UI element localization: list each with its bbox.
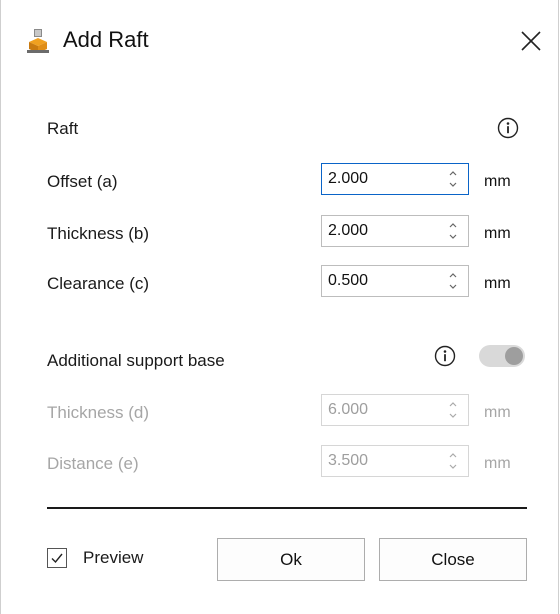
spin-arrows-icon[interactable] [446, 220, 460, 242]
thickness-b-label: Thickness (b) [47, 224, 150, 243]
title-bar: Add Raft [1, 0, 558, 82]
clearance-input[interactable] [328, 271, 428, 291]
thickness-d-unit: mm [484, 404, 511, 421]
toggle-knob [505, 347, 523, 365]
divider [47, 507, 527, 509]
preview-label: Preview [83, 548, 144, 567]
offset-input[interactable] [328, 169, 428, 189]
raft-info-icon[interactable] [497, 117, 519, 139]
thickness-d-input[interactable] [328, 400, 428, 420]
spin-arrows-icon[interactable] [446, 450, 460, 472]
raft-heading: Raft [47, 119, 79, 138]
clearance-unit: mm [484, 275, 511, 292]
close-button[interactable]: Close [379, 538, 527, 581]
add-raft-dialog: Add Raft Raft Offset (a) mm Thickness (b… [0, 0, 559, 614]
thickness-b-unit: mm [484, 225, 511, 242]
distance-e-unit: mm [484, 455, 511, 472]
support-base-info-icon[interactable] [434, 345, 456, 367]
offset-label: Offset (a) [47, 172, 118, 191]
support-base-toggle[interactable] [479, 345, 525, 367]
thickness-d-label: Thickness (d) [47, 403, 150, 422]
distance-e-spinbox[interactable] [321, 445, 469, 477]
thickness-b-input[interactable] [328, 221, 428, 241]
close-icon[interactable] [519, 29, 543, 53]
thickness-d-spinbox[interactable] [321, 394, 469, 426]
preview-checkbox[interactable] [47, 548, 67, 568]
spin-arrows-icon[interactable] [446, 399, 460, 421]
thickness-b-spinbox[interactable] [321, 215, 469, 247]
clearance-spinbox[interactable] [321, 265, 469, 297]
distance-e-input[interactable] [328, 451, 428, 471]
spin-arrows-icon[interactable] [446, 168, 460, 190]
app-icon [27, 29, 49, 53]
support-base-heading: Additional support base [47, 351, 225, 370]
checkmark-icon [51, 553, 63, 564]
offset-unit: mm [484, 173, 511, 190]
ok-button[interactable]: Ok [217, 538, 365, 581]
spin-arrows-icon[interactable] [446, 270, 460, 292]
clearance-label: Clearance (c) [47, 274, 150, 293]
offset-spinbox[interactable] [321, 163, 469, 195]
dialog-title: Add Raft [63, 27, 149, 52]
distance-e-label: Distance (e) [47, 454, 139, 473]
